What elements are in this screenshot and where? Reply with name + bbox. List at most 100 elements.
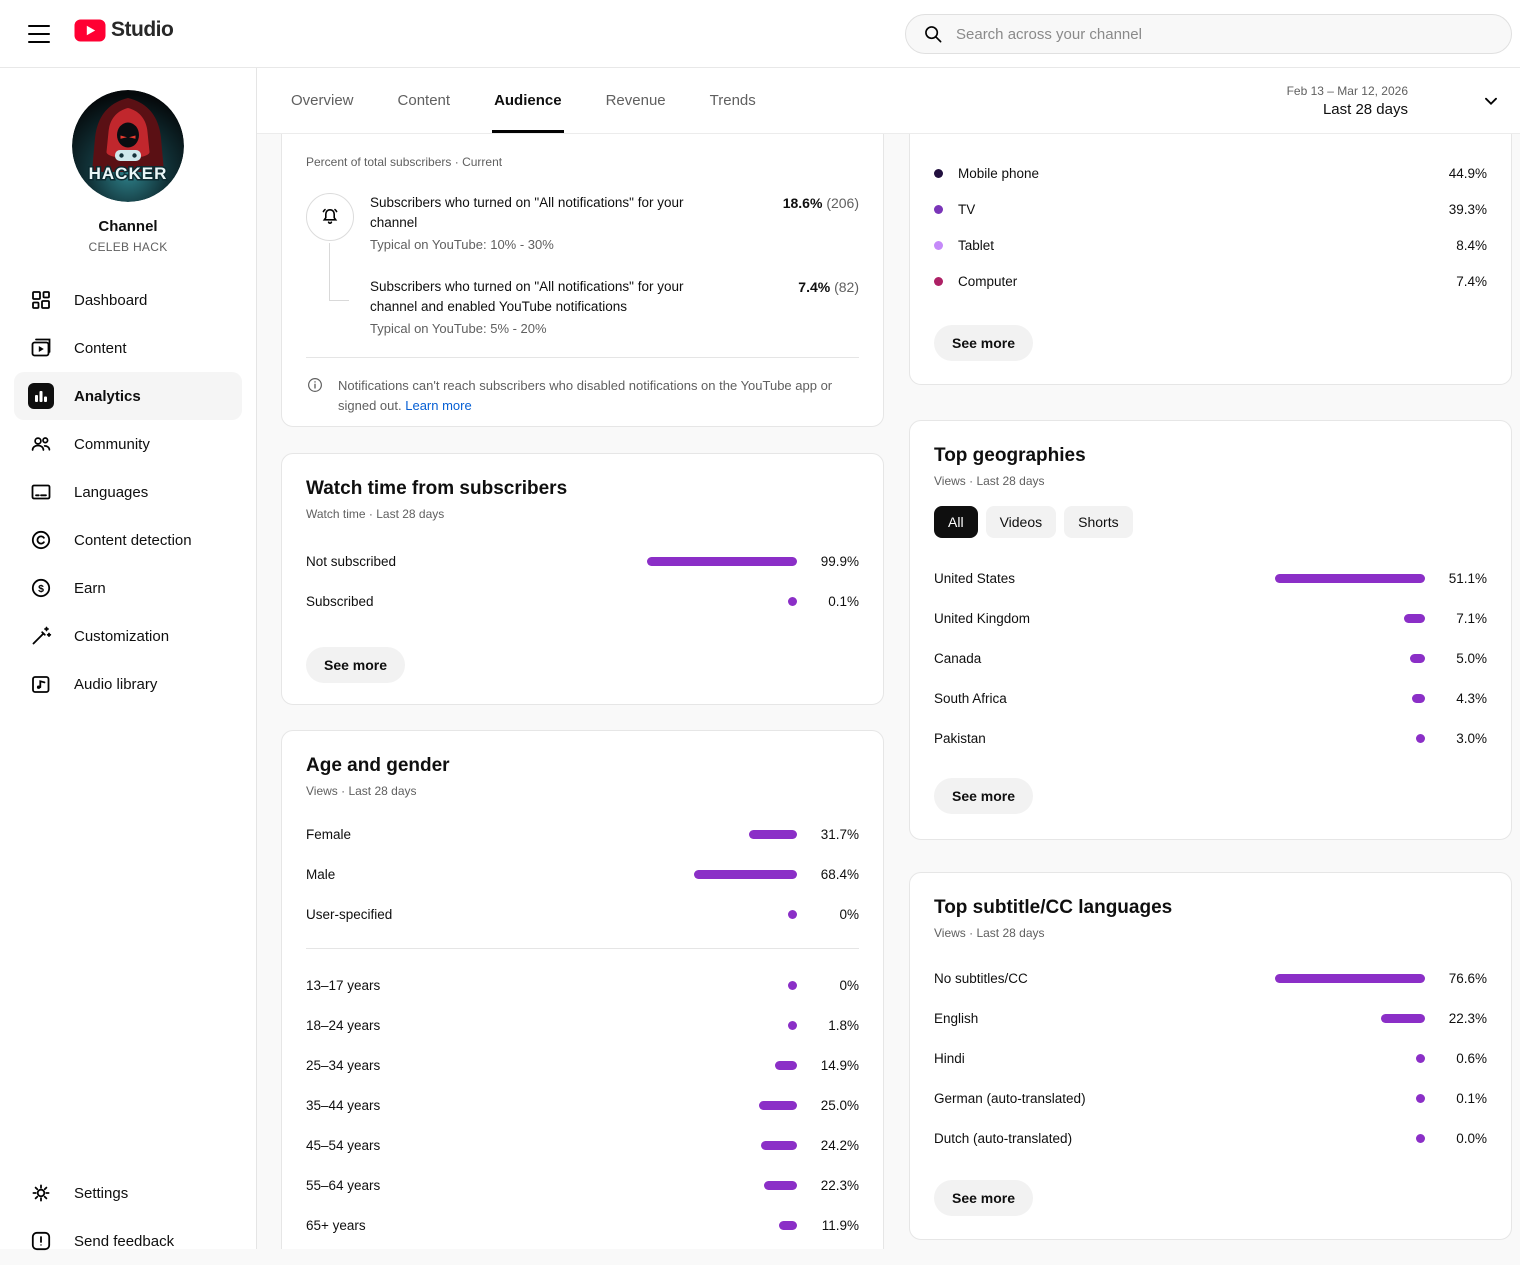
row-value: 39.3% [1417, 202, 1487, 217]
bell-icon [306, 193, 354, 241]
filter-chip-all[interactable]: All [934, 506, 978, 538]
sidebar-item-earn[interactable]: $ Earn [14, 564, 242, 612]
stat-row: Not subscribed 99.9% [306, 541, 859, 581]
stat-row: Dutch (auto-translated) 0.0% [934, 1118, 1487, 1158]
analytics-tab-bar: Overview Content Audience Revenue Trends… [257, 68, 1520, 134]
dashboard-icon [28, 287, 54, 313]
bar-track [627, 981, 797, 990]
row-value: 24.2% [797, 1138, 859, 1153]
geography-rows: United States 51.1% United Kingdom 7.1% … [934, 558, 1487, 758]
stat-row: South Africa 4.3% [934, 678, 1487, 718]
bar-track [1255, 974, 1425, 983]
sidebar-item-label: Languages [74, 484, 148, 501]
row-value: 1.8% [797, 1018, 859, 1033]
row-value: 22.3% [1425, 1011, 1487, 1026]
row-label: United States [934, 571, 1255, 586]
row-label: Dutch (auto-translated) [934, 1131, 1255, 1146]
youtube-studio-logo[interactable]: Studio [74, 18, 173, 42]
bar-track [1255, 1014, 1425, 1023]
brand-text: Studio [111, 18, 173, 42]
notification-text: Subscribers who turned on "All notificat… [370, 277, 741, 317]
filter-chip-videos[interactable]: Videos [986, 506, 1057, 538]
hamburger-menu-icon[interactable] [26, 22, 52, 46]
row-value: 25.0% [797, 1098, 859, 1113]
row-value: 22.3% [797, 1178, 859, 1193]
stat-row: 18–24 years 1.8% [306, 1005, 859, 1045]
device-row: Computer 7.4% [934, 263, 1487, 299]
notification-value: 18.6% (206) [741, 193, 859, 213]
youtube-play-icon [74, 19, 106, 42]
chevron-down-icon [1480, 90, 1502, 112]
analytics-icon [28, 383, 54, 409]
stat-row: Male 68.4% [306, 854, 859, 894]
notification-text: Subscribers who turned on "All notificat… [370, 193, 741, 233]
sidebar-item-audio-library[interactable]: Audio library [14, 660, 242, 708]
sidebar-item-settings[interactable]: Settings [14, 1169, 242, 1217]
search-input[interactable] [956, 26, 1495, 43]
sidebar-item-customization[interactable]: Customization [14, 612, 242, 660]
sidebar-item-label: Community [74, 436, 150, 453]
legend-dot [934, 205, 943, 214]
sidebar-item-content[interactable]: Content [14, 324, 242, 372]
analytics-content: Percent of total subscribers · Current S… [257, 134, 1520, 1249]
sidebar-item-community[interactable]: Community [14, 420, 242, 468]
tab-overview[interactable]: Overview [289, 68, 356, 133]
stat-row: German (auto-translated) 0.1% [934, 1078, 1487, 1118]
row-value: 51.1% [1425, 571, 1487, 586]
sidebar-item-send-feedback[interactable]: Send feedback [14, 1217, 242, 1265]
row-value: 0.1% [797, 594, 859, 609]
bar-track [627, 597, 797, 606]
row-label: Tablet [958, 238, 1417, 253]
row-bar [1381, 1014, 1425, 1023]
tab-content[interactable]: Content [396, 68, 453, 133]
row-value: 14.9% [797, 1058, 859, 1073]
search-bar[interactable] [905, 14, 1512, 54]
bar-track [1255, 1094, 1425, 1103]
channel-avatar[interactable]: HACKER [72, 90, 184, 202]
row-bar [1416, 734, 1425, 743]
row-value: 31.7% [797, 827, 859, 842]
sidebar-item-languages[interactable]: Languages [14, 468, 242, 516]
sidebar-item-dashboard[interactable]: Dashboard [14, 276, 242, 324]
card-title: Watch time from subscribers [306, 478, 859, 500]
stat-row: 65+ years 11.9% [306, 1205, 859, 1245]
row-label: English [934, 1011, 1255, 1026]
row-label: 65+ years [306, 1218, 627, 1233]
row-value: 68.4% [797, 867, 859, 882]
customization-icon [28, 623, 54, 649]
watch-time-card: Watch time from subscribers Watch time ·… [281, 453, 884, 705]
row-label: Pakistan [934, 731, 1255, 746]
row-bar [764, 1181, 797, 1190]
row-label: Male [306, 867, 627, 882]
row-bar [1412, 694, 1425, 703]
row-value: 76.6% [1425, 971, 1487, 986]
sidebar-item-content-detection[interactable]: Content detection [14, 516, 242, 564]
see-more-button[interactable]: See more [934, 778, 1033, 814]
row-value: 99.9% [797, 554, 859, 569]
see-more-button[interactable]: See more [934, 325, 1033, 361]
bar-track [1255, 1134, 1425, 1143]
stat-row: 55–64 years 22.3% [306, 1165, 859, 1205]
row-label: Not subscribed [306, 554, 627, 569]
device-rows: Mobile phone 44.9% TV 39.3% Tablet 8.4% … [934, 155, 1487, 299]
see-more-button[interactable]: See more [306, 647, 405, 683]
device-row: Mobile phone 44.9% [934, 155, 1487, 191]
value-count: (82) [834, 279, 859, 295]
content-icon [28, 335, 54, 361]
tab-audience[interactable]: Audience [492, 68, 564, 133]
tab-trends[interactable]: Trends [708, 68, 758, 133]
device-row: Tablet 8.4% [934, 227, 1487, 263]
sidebar-item-analytics[interactable]: Analytics [14, 372, 242, 420]
filter-chip-shorts[interactable]: Shorts [1064, 506, 1132, 538]
age-gender-card: Age and gender Views · Last 28 days Fema… [281, 730, 884, 1249]
row-bar [1275, 574, 1425, 583]
tab-revenue[interactable]: Revenue [604, 68, 668, 133]
sidebar-item-label: Settings [74, 1185, 128, 1202]
stat-row: Subscribed 0.1% [306, 581, 859, 621]
row-label: United Kingdom [934, 611, 1255, 626]
date-range-picker[interactable]: Feb 13 – Mar 12, 2026 Last 28 days [1287, 68, 1520, 134]
see-more-button[interactable]: See more [934, 1180, 1033, 1216]
row-bar [1404, 614, 1425, 623]
row-label: 45–54 years [306, 1138, 627, 1153]
learn-more-link[interactable]: Learn more [405, 398, 471, 413]
